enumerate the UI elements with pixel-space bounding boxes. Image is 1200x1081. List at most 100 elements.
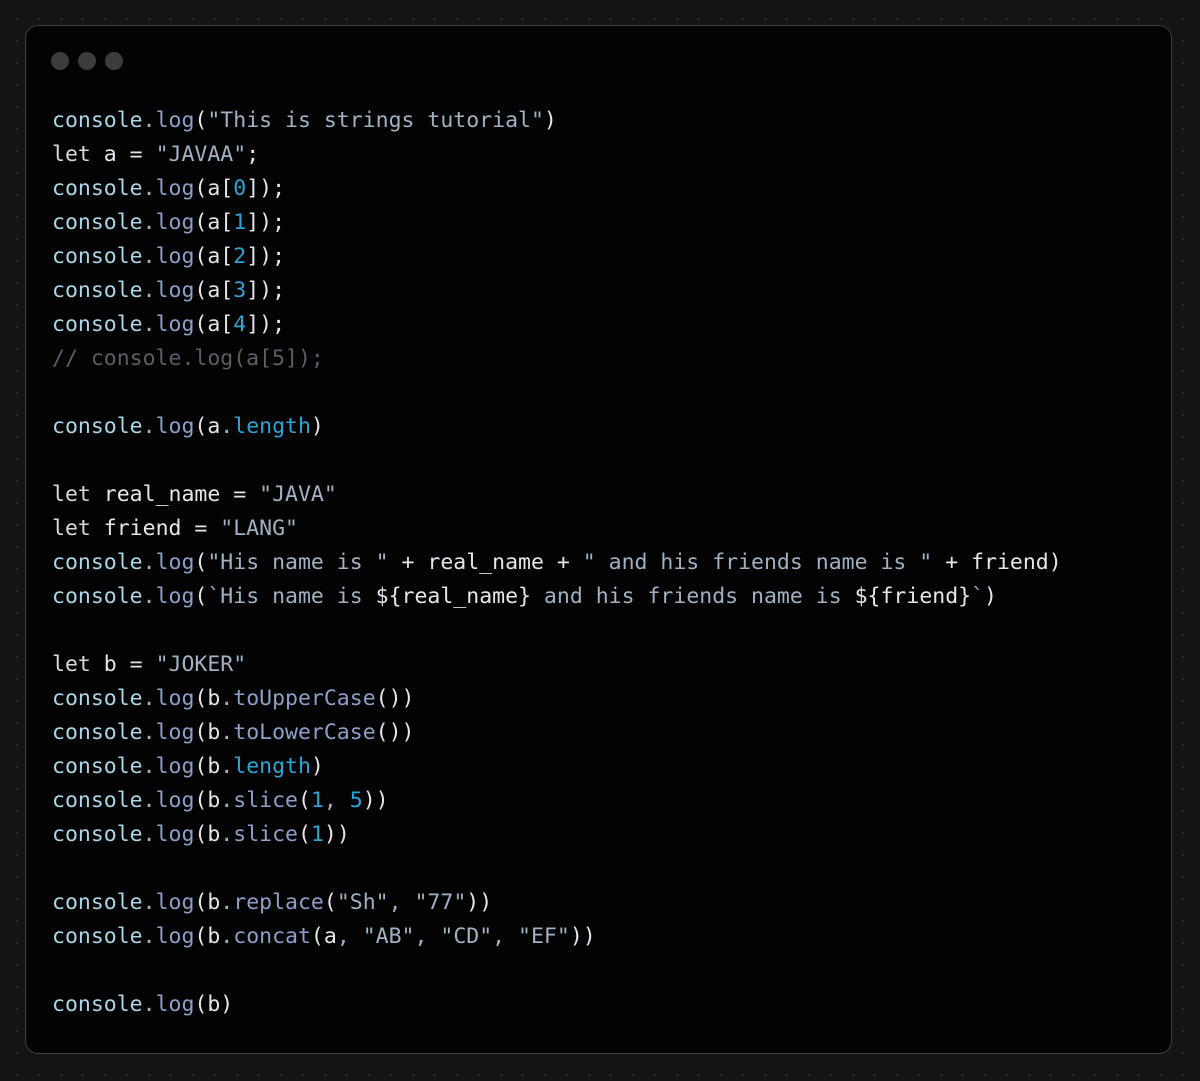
code-token: . xyxy=(142,720,156,745)
code-line: let real_name = "JAVA" xyxy=(52,478,1162,512)
code-token: console xyxy=(52,788,143,813)
code-line: console.log(b.toLowerCase()) xyxy=(52,716,1162,750)
code-line: console.log(a[3]); xyxy=(52,274,1162,308)
minimize-dot-icon[interactable] xyxy=(78,52,96,70)
code-token: . xyxy=(142,278,156,303)
code-line: console.log(a[1]); xyxy=(52,206,1162,240)
code-token: , xyxy=(336,924,363,949)
code-token: ( xyxy=(194,550,208,575)
code-line: console.log(b.toUpperCase()) xyxy=(52,682,1162,716)
code-token: . xyxy=(142,312,156,337)
code-token: console xyxy=(52,754,143,779)
code-token: . xyxy=(142,176,156,201)
code-token: (b xyxy=(194,754,221,779)
code-token: log xyxy=(155,720,195,745)
code-token: log xyxy=(155,312,195,337)
code-token: . xyxy=(220,720,234,745)
code-token: log xyxy=(155,754,195,779)
code-token: log xyxy=(155,924,195,949)
code-token: concat xyxy=(233,924,311,949)
code-token: , xyxy=(492,924,519,949)
code-token: . xyxy=(220,414,234,439)
code-token: slice xyxy=(233,822,298,847)
code-token: console xyxy=(52,720,143,745)
code-token: log xyxy=(155,584,195,609)
maximize-dot-icon[interactable] xyxy=(105,52,123,70)
code-token: ()) xyxy=(375,720,415,745)
code-line: console.log(b.replace("Sh", "77")) xyxy=(52,886,1162,920)
code-token: let xyxy=(52,142,91,167)
code-token: . xyxy=(220,686,234,711)
close-dot-icon[interactable] xyxy=(51,52,69,70)
code-token: . xyxy=(142,924,156,949)
code-line: console.log("This is strings tutorial") xyxy=(52,104,1162,138)
code-token: . xyxy=(142,754,156,779)
code-token: . xyxy=(142,108,156,133)
code-token: let xyxy=(52,516,91,541)
code-token: console xyxy=(52,584,143,609)
code-token: toUpperCase xyxy=(233,686,376,711)
code-token: replace xyxy=(233,890,324,915)
code-token: " and his friends name is " xyxy=(582,550,933,575)
code-line: console.log(b.length) xyxy=(52,750,1162,784)
code-token: console xyxy=(52,414,143,439)
code-line: let a = "JAVAA"; xyxy=(52,138,1162,172)
code-token: "Sh" xyxy=(336,890,389,915)
code-token: . xyxy=(220,890,234,915)
code-token: console xyxy=(52,550,143,575)
code-token: . xyxy=(142,992,156,1017)
code-token: a = xyxy=(90,142,156,167)
code-token: log xyxy=(155,414,195,439)
code-token: console xyxy=(52,278,143,303)
code-token: , xyxy=(388,890,415,915)
code-token: . xyxy=(142,890,156,915)
code-token: . xyxy=(142,244,156,269)
code-token: ) xyxy=(310,754,324,779)
code-token: 1 xyxy=(310,822,324,847)
code-token: log xyxy=(155,992,195,1017)
code-token: . xyxy=(220,924,234,949)
code-token: (b xyxy=(194,686,221,711)
code-token: log xyxy=(155,890,195,915)
code-token: log xyxy=(155,244,195,269)
code-token: console xyxy=(52,210,143,235)
code-token: . xyxy=(142,414,156,439)
code-token: ( xyxy=(323,890,337,915)
code-token: "EF" xyxy=(518,924,570,949)
code-token: (b xyxy=(194,720,221,745)
code-token: console xyxy=(52,312,143,337)
code-token: console xyxy=(52,176,143,201)
code-token: "CD" xyxy=(440,924,493,949)
code-token: ${real_name} xyxy=(375,584,531,609)
code-token: ; xyxy=(246,142,260,167)
code-token: log xyxy=(155,686,195,711)
code-token: log xyxy=(155,176,195,201)
code-line: console.log(b.slice(1, 5)) xyxy=(52,784,1162,818)
code-line: let friend = "LANG" xyxy=(52,512,1162,546)
code-token: log xyxy=(155,210,195,235)
code-token: log xyxy=(155,822,195,847)
code-line: console.log(a[4]); xyxy=(52,308,1162,342)
code-line: console.log(b.concat(a, "AB", "CD", "EF"… xyxy=(52,920,1162,954)
code-token: . xyxy=(220,822,234,847)
code-token: friend = xyxy=(90,516,221,541)
code-block[interactable]: console.log("This is strings tutorial") l… xyxy=(52,104,1162,1022)
code-token: ]); xyxy=(246,176,286,201)
code-token: log xyxy=(155,278,195,303)
code-token: b = xyxy=(90,652,156,677)
code-token: let xyxy=(52,652,91,677)
code-token: console xyxy=(52,108,143,133)
code-line: console.log(a[0]); xyxy=(52,172,1162,206)
code-token: , xyxy=(414,924,441,949)
code-token: , xyxy=(323,788,350,813)
window-controls xyxy=(51,52,123,70)
code-token: length xyxy=(233,414,311,439)
code-token: slice xyxy=(233,788,298,813)
code-line: console.log(b.slice(1)) xyxy=(52,818,1162,852)
code-token: 0 xyxy=(233,176,247,201)
code-token: + real_name + xyxy=(388,550,583,575)
